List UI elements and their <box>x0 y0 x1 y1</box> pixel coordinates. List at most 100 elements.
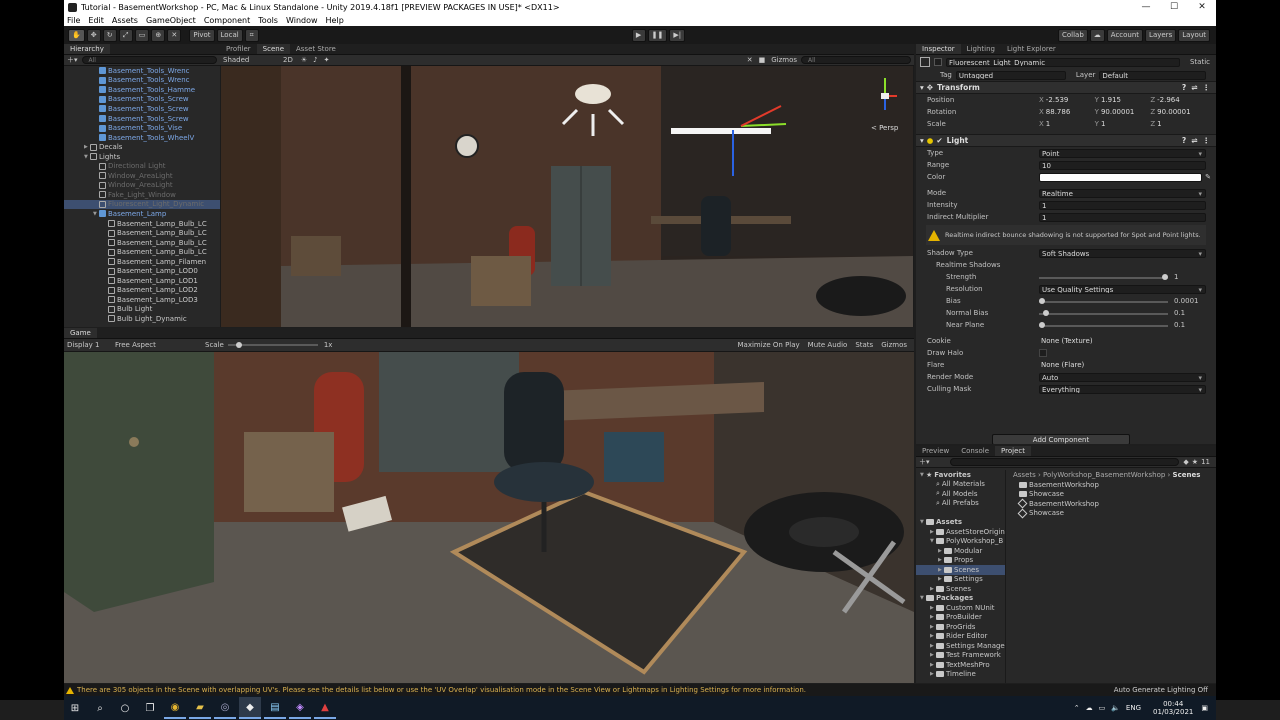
strength-knob[interactable] <box>1162 274 1168 280</box>
task-view-icon[interactable]: ❐ <box>139 697 161 719</box>
project-tree-item[interactable]: ▶ Modular <box>916 546 1005 556</box>
tab-inspector[interactable]: Inspector <box>916 44 961 54</box>
project-tree-item[interactable]: ▼ Assets <box>916 518 1005 528</box>
hierarchy-item[interactable]: Basement_Lamp_Bulb_LC <box>64 219 220 229</box>
normal-bias-slider[interactable]: 0.1 <box>1039 309 1206 318</box>
position-x[interactable]: -2.539 <box>1046 96 1069 104</box>
onedrive-icon[interactable]: ☁ <box>1086 704 1093 712</box>
shading-dropdown[interactable]: Shaded <box>223 56 283 64</box>
close-button[interactable]: ✕ <box>1188 0 1216 14</box>
project-tree-item[interactable]: ▶ Settings <box>916 575 1005 585</box>
hierarchy-item[interactable]: ▶ Decals <box>64 142 220 152</box>
resolution-dropdown[interactable]: Use Quality Settings <box>1039 284 1206 294</box>
position-z[interactable]: -2.964 <box>1157 96 1180 104</box>
network-icon[interactable]: ▭ <box>1099 704 1106 712</box>
bias-slider[interactable]: 0.0001 <box>1039 297 1206 306</box>
project-tree-item[interactable]: ▶ Test Framework <box>916 651 1005 661</box>
help-icon[interactable]: ? <box>1182 83 1186 92</box>
create-icon[interactable]: ＋▾ <box>919 457 930 467</box>
tab-hierarchy[interactable]: Hierarchy <box>64 44 110 54</box>
hierarchy-item[interactable]: ▼ Basement_Lamp <box>64 209 220 219</box>
eyedropper-icon[interactable]: ✎ <box>1205 173 1211 181</box>
menu-assets[interactable]: Assets <box>112 16 138 25</box>
hierarchy-item[interactable]: Bulb Light <box>64 305 220 315</box>
project-tree-item[interactable]: ▼ ★ Favorites <box>916 470 1005 480</box>
filter-icon[interactable]: ◆ <box>1183 458 1188 466</box>
strength-slider[interactable]: 1 <box>1039 273 1206 282</box>
cookie-field[interactable]: None (Texture) <box>1039 337 1206 346</box>
project-tree-item[interactable]: ▶ Props <box>916 556 1005 566</box>
layers-dropdown[interactable]: Layers <box>1145 28 1177 42</box>
light-enabled-checkbox[interactable]: ✔ <box>936 136 942 145</box>
tray-chevron-icon[interactable]: ⌃ <box>1074 704 1080 712</box>
menu-file[interactable]: File <box>67 16 80 25</box>
maximize-on-play-toggle[interactable]: Maximize On Play <box>738 341 800 349</box>
scene-viewport[interactable]: < Persp <box>221 66 913 327</box>
pause-button[interactable]: ❚❚ <box>647 28 668 42</box>
project-file-item[interactable]: Showcase <box>1007 490 1216 500</box>
move-tool-button[interactable]: ✥ <box>86 28 101 42</box>
pivot-button[interactable]: Pivot <box>189 28 215 42</box>
active-checkbox[interactable] <box>934 58 942 66</box>
scale-field[interactable]: X1 Y1 Z1 <box>1039 120 1206 128</box>
notepad-icon[interactable]: ▤ <box>264 697 286 719</box>
project-tree-item[interactable]: ▶ Settings Manage <box>916 641 1005 651</box>
project-search-input[interactable] <box>949 458 1180 466</box>
hand-tool-button[interactable]: ✋ <box>68 28 85 42</box>
tab-game[interactable]: Game <box>64 328 97 338</box>
maximize-button[interactable]: ☐ <box>1160 0 1188 14</box>
audio-toggle-icon[interactable]: ♪ <box>313 56 317 64</box>
hierarchy-item[interactable]: Window_AreaLight <box>64 171 220 181</box>
light-header[interactable]: ▾ ● ✔ Light ? ⇌ ⋮ <box>916 134 1216 147</box>
hierarchy-item[interactable]: Basement_Lamp_Filamen <box>64 257 220 267</box>
tab-lighting[interactable]: Lighting <box>961 44 1001 54</box>
bias-value[interactable]: 0.0001 <box>1172 297 1206 306</box>
tab-profiler[interactable]: Profiler <box>220 44 257 54</box>
status-message[interactable]: There are 305 objects in the Scene with … <box>77 686 1114 694</box>
game-viewport[interactable] <box>64 352 914 683</box>
cloud-icon[interactable]: ☁ <box>1089 28 1105 42</box>
auto-lighting-status[interactable]: Auto Generate Lighting Off <box>1114 686 1208 694</box>
step-button[interactable]: ▶| <box>669 28 686 42</box>
hierarchy-item[interactable]: Window_AreaLight <box>64 181 220 191</box>
near-plane-knob[interactable] <box>1039 322 1045 328</box>
hierarchy-item[interactable]: Fake_Light_Window <box>64 190 220 200</box>
tab-preview[interactable]: Preview <box>916 446 955 456</box>
hierarchy-search-input[interactable]: All <box>81 56 217 64</box>
indirect-multiplier-field[interactable]: 1 <box>1039 212 1206 222</box>
hierarchy-item[interactable]: Basement_Tools_Screw <box>64 104 220 114</box>
position-field[interactable]: X -2.539 Y 1.915 Z -2.964 <box>1039 96 1206 104</box>
rotation-z[interactable]: 90.00001 <box>1157 108 1190 116</box>
scale-slider[interactable] <box>227 342 318 348</box>
project-tree-item[interactable]: ▶ Rider Editor <box>916 632 1005 642</box>
stats-toggle[interactable]: Stats <box>855 341 873 349</box>
aspect-dropdown[interactable]: Free Aspect <box>115 341 205 349</box>
mute-audio-toggle[interactable]: Mute Audio <box>808 341 848 349</box>
hierarchy-item[interactable]: Basement_Lamp_Bulb_LC <box>64 238 220 248</box>
range-field[interactable]: 10 <box>1039 160 1206 170</box>
gizmos-dropdown[interactable]: Gizmos <box>771 56 797 64</box>
preset-icon[interactable]: ⇌ <box>1191 83 1197 92</box>
breadcrumb-assets[interactable]: Assets <box>1013 471 1036 479</box>
static-toggle[interactable]: Static <box>1190 58 1210 66</box>
language-indicator[interactable]: ENG <box>1126 704 1141 712</box>
hierarchy-item[interactable]: Basement_Tools_Hamme <box>64 85 220 95</box>
hierarchy-item[interactable]: Basement_Tools_Wrenc <box>64 66 220 76</box>
shadow-type-dropdown[interactable]: Soft Shadows <box>1039 248 1206 258</box>
menu-help[interactable]: Help <box>326 16 344 25</box>
hierarchy-item[interactable]: Basement_Tools_Wrenc <box>64 76 220 86</box>
snap-icon[interactable]: ⌗ <box>244 28 259 42</box>
project-tree-item[interactable]: ▶ ProBuilder <box>916 613 1005 623</box>
rotation-field[interactable]: X 88.786 Y 90.00001 Z 90.00001 <box>1039 108 1206 116</box>
scale-y[interactable]: 1 <box>1101 120 1105 128</box>
bias-knob[interactable] <box>1039 298 1045 304</box>
near-plane-value[interactable]: 0.1 <box>1172 321 1206 330</box>
preset-icon[interactable]: ⇌ <box>1191 136 1197 145</box>
scale-tool-button[interactable]: ⤢ <box>118 28 133 42</box>
project-file-item[interactable]: BasementWorkshop <box>1007 480 1216 490</box>
tab-console[interactable]: Console <box>955 446 995 456</box>
context-menu-icon[interactable]: ⋮ <box>1203 83 1211 92</box>
tab-scene[interactable]: Scene <box>256 44 290 54</box>
hierarchy-item[interactable]: Basement_Tools_Vise <box>64 123 220 133</box>
menu-edit[interactable]: Edit <box>88 16 104 25</box>
